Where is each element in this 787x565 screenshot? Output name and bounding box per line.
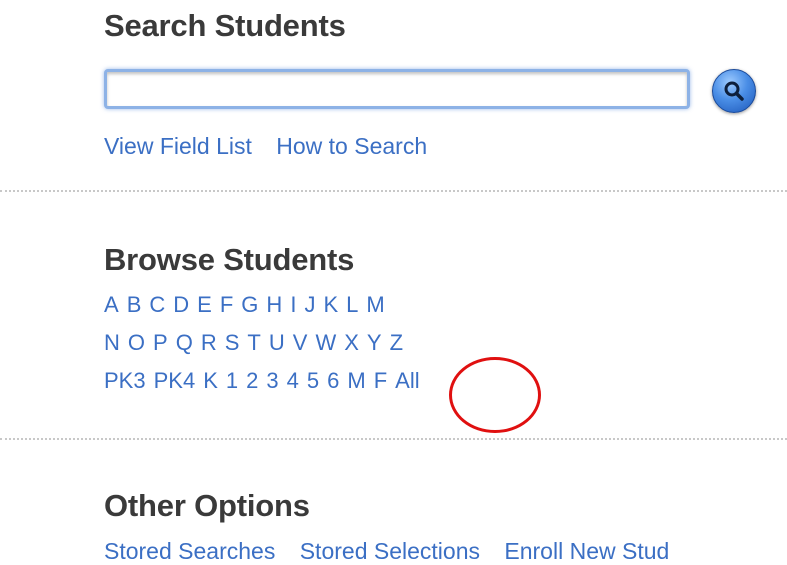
annotation-circle bbox=[449, 357, 541, 433]
other-options-links: Stored Searches Stored Selections Enroll… bbox=[104, 538, 687, 565]
search-button[interactable] bbox=[712, 69, 756, 113]
browse-letter-link[interactable]: U bbox=[269, 330, 285, 356]
browse-letter-link[interactable]: J bbox=[304, 292, 315, 318]
browse-letter-link[interactable]: K bbox=[323, 292, 338, 318]
browse-letter-link[interactable]: B bbox=[127, 292, 142, 318]
browse-grade-link[interactable]: F bbox=[374, 368, 387, 394]
browse-grade-link[interactable]: PK4 bbox=[154, 368, 196, 394]
browse-grade-link[interactable]: PK3 bbox=[104, 368, 146, 394]
search-links: View Field List How to Search bbox=[104, 133, 445, 160]
view-field-list-link[interactable]: View Field List bbox=[104, 133, 252, 159]
browse-letter-link[interactable]: S bbox=[225, 330, 240, 356]
magnifier-icon bbox=[724, 81, 744, 101]
browse-grade-link[interactable]: 3 bbox=[266, 368, 278, 394]
browse-letter-link[interactable]: R bbox=[201, 330, 217, 356]
browse-letter-link[interactable]: Q bbox=[176, 330, 193, 356]
browse-grade-link[interactable]: 1 bbox=[226, 368, 238, 394]
enroll-new-student-link[interactable]: Enroll New Stud bbox=[504, 538, 669, 564]
browse-letter-link[interactable]: N bbox=[104, 330, 120, 356]
browse-letter-link[interactable]: V bbox=[293, 330, 308, 356]
browse-letter-link[interactable]: L bbox=[346, 292, 358, 318]
how-to-search-link[interactable]: How to Search bbox=[276, 133, 427, 159]
other-options-heading: Other Options bbox=[104, 488, 310, 523]
browse-letter-link[interactable]: W bbox=[315, 330, 336, 356]
browse-grade-link[interactable]: All bbox=[395, 368, 419, 394]
browse-letter-link[interactable]: O bbox=[128, 330, 145, 356]
browse-letter-link[interactable]: Z bbox=[390, 330, 403, 356]
browse-letter-link[interactable]: C bbox=[149, 292, 165, 318]
stored-selections-link[interactable]: Stored Selections bbox=[300, 538, 480, 564]
browse-grade-link[interactable]: 2 bbox=[246, 368, 258, 394]
browse-students-heading: Browse Students bbox=[104, 242, 355, 277]
browse-grade-link[interactable]: 5 bbox=[307, 368, 319, 394]
stored-searches-link[interactable]: Stored Searches bbox=[104, 538, 275, 564]
browse-letters-row-2: NOPQRSTUVWXYZ bbox=[104, 330, 411, 356]
browse-letter-link[interactable]: D bbox=[173, 292, 189, 318]
browse-letter-link[interactable]: M bbox=[366, 292, 384, 318]
browse-letter-link[interactable]: G bbox=[241, 292, 258, 318]
browse-grade-link[interactable]: 4 bbox=[287, 368, 299, 394]
browse-letter-link[interactable]: F bbox=[220, 292, 233, 318]
browse-letter-link[interactable]: I bbox=[290, 292, 296, 318]
browse-letter-link[interactable]: Y bbox=[367, 330, 382, 356]
divider bbox=[0, 190, 787, 192]
browse-letters-row-1: ABCDEFGHIJKLM bbox=[104, 292, 393, 318]
browse-letter-link[interactable]: X bbox=[344, 330, 359, 356]
browse-grade-link[interactable]: M bbox=[347, 368, 365, 394]
browse-letter-link[interactable]: T bbox=[247, 330, 260, 356]
browse-letter-link[interactable]: E bbox=[197, 292, 212, 318]
browse-letter-link[interactable]: H bbox=[266, 292, 282, 318]
search-students-heading: Search Students bbox=[104, 8, 346, 43]
browse-letter-link[interactable]: A bbox=[104, 292, 119, 318]
browse-grade-link[interactable]: K bbox=[203, 368, 218, 394]
browse-grades-row: PK3 PK4 K 1 2 3 4 5 6 M F All bbox=[104, 368, 428, 394]
browse-grade-link[interactable]: 6 bbox=[327, 368, 339, 394]
divider bbox=[0, 438, 787, 440]
search-input[interactable] bbox=[104, 69, 690, 109]
browse-letter-link[interactable]: P bbox=[153, 330, 168, 356]
